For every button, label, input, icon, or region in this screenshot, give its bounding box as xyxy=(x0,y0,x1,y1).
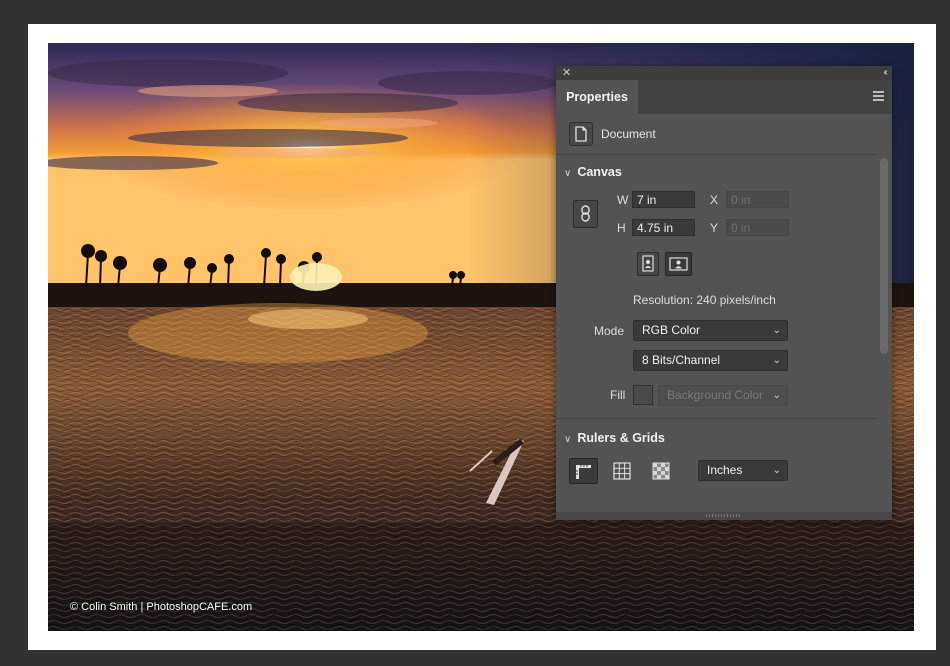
canvas-section-header[interactable]: ∨ Canvas xyxy=(564,165,622,179)
chevron-down-icon: ⌄ xyxy=(772,325,781,336)
y-label: Y xyxy=(710,221,719,235)
canvas-heading: Canvas xyxy=(577,165,622,179)
document-label: Document xyxy=(601,127,656,141)
document-row: Document xyxy=(556,114,876,155)
portrait-orientation-icon[interactable] xyxy=(637,252,659,276)
link-icon[interactable] xyxy=(573,200,598,228)
panel-tabbar: Properties xyxy=(556,80,892,114)
properties-panel: ✕ ‹‹ Properties Document ∨ Canvas W 7 in … xyxy=(556,66,892,520)
chevron-down-icon: ⌄ xyxy=(772,355,781,366)
document-icon xyxy=(569,122,593,146)
resolution-text: Resolution: 240 pixels/inch xyxy=(633,293,776,307)
grid-icon[interactable] xyxy=(612,461,632,481)
x-label: X xyxy=(710,193,719,207)
x-field[interactable]: 0 in xyxy=(726,191,789,208)
close-icon[interactable]: ✕ xyxy=(562,66,571,80)
section-divider xyxy=(556,418,876,419)
units-value: Inches xyxy=(707,463,743,477)
chevron-down-icon: ⌄ xyxy=(772,390,781,401)
units-select[interactable]: Inches ⌄ xyxy=(698,460,788,481)
landscape-orientation-icon[interactable] xyxy=(665,252,692,276)
width-label: W xyxy=(617,193,629,207)
color-mode-select[interactable]: RGB Color ⌄ xyxy=(633,320,788,341)
chevron-down-icon: ∨ xyxy=(564,168,572,179)
scrollbar-thumb[interactable] xyxy=(880,158,888,354)
panel-menu-icon[interactable] xyxy=(873,91,884,101)
bit-depth-select[interactable]: 8 Bits/Channel ⌄ xyxy=(633,350,788,371)
fill-value: Background Color xyxy=(667,388,764,402)
height-label: H xyxy=(617,221,626,235)
mode-label: Mode xyxy=(594,324,625,338)
chevron-down-icon: ∨ xyxy=(564,434,572,445)
transparency-grid-icon[interactable] xyxy=(651,461,671,481)
chevron-down-icon: ⌄ xyxy=(772,465,781,476)
rulers-grids-section-header[interactable]: ∨ Rulers & Grids xyxy=(564,431,665,445)
photo-credit: © Colin Smith | PhotoshopCAFE.com xyxy=(70,601,253,613)
color-mode-value: RGB Color xyxy=(642,323,701,337)
ruler-icon[interactable] xyxy=(569,458,598,484)
fill-select[interactable]: Background Color ⌄ xyxy=(658,385,788,406)
bit-depth-value: 8 Bits/Channel xyxy=(642,353,721,367)
resize-grip[interactable] xyxy=(706,514,742,517)
tab-properties[interactable]: Properties xyxy=(556,80,638,114)
rulers-grids-heading: Rulers & Grids xyxy=(577,431,665,445)
panel-titlebar: ✕ ‹‹ xyxy=(556,66,892,80)
height-field[interactable]: 4.75 in xyxy=(632,219,695,236)
fill-label: Fill xyxy=(610,388,626,402)
fill-swatch[interactable] xyxy=(633,385,653,405)
double-chevron-icon[interactable]: ‹‹ xyxy=(883,66,887,80)
y-field[interactable]: 0 in xyxy=(726,219,789,236)
width-field[interactable]: 7 in xyxy=(632,191,695,208)
